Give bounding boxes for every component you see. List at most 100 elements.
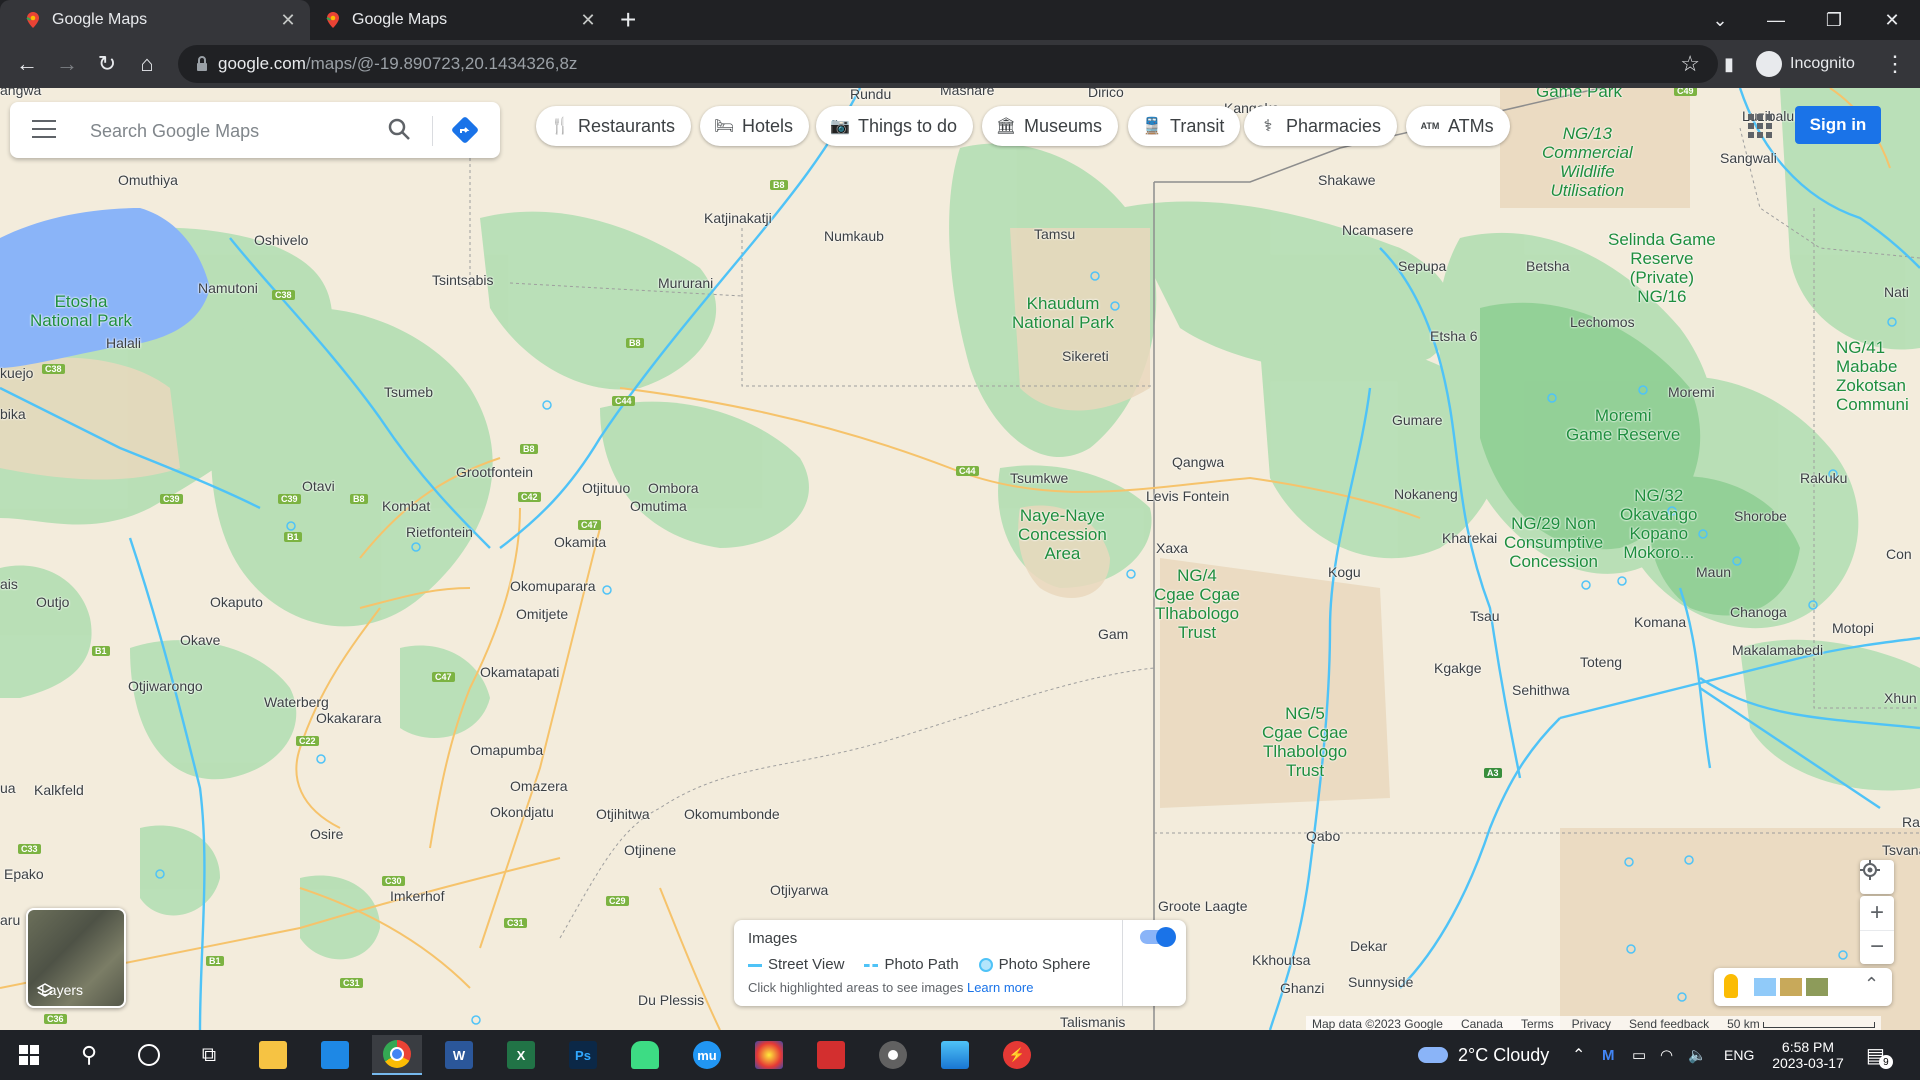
search-taskbar-icon[interactable]: ⚲	[64, 1035, 114, 1075]
images-toggle[interactable]	[1140, 927, 1176, 947]
google-apps-icon[interactable]	[1748, 114, 1772, 138]
my-location-button[interactable]	[1860, 860, 1894, 894]
place-label: Numkaub	[824, 228, 884, 244]
imagery-thumb-2[interactable]	[1780, 978, 1802, 996]
place-label: Kgakge	[1434, 660, 1482, 676]
home-icon[interactable]: ⌂	[132, 49, 162, 79]
address-bar[interactable]: google.com/maps/@-19.890723,20.1434326,8…	[178, 45, 1718, 83]
flash-app-icon[interactable]: ⚡	[992, 1035, 1042, 1075]
chip-transit[interactable]: 🚆 Transit	[1128, 106, 1241, 146]
chip-label: Hotels	[742, 115, 794, 136]
photoshop-icon[interactable]: Ps	[558, 1035, 608, 1075]
place-label: Tsumeb	[384, 384, 434, 400]
cortana-icon[interactable]	[124, 1035, 174, 1075]
place-label: Maun	[1696, 564, 1732, 580]
android-app-icon[interactable]	[620, 1035, 670, 1075]
images-panel-title: Images	[748, 930, 798, 947]
learn-more-link[interactable]: Learn more	[967, 980, 1033, 995]
back-arrow-icon[interactable]: ←	[12, 49, 42, 79]
windows-start-icon[interactable]	[4, 1035, 54, 1075]
zoom-control: + −	[1860, 896, 1894, 964]
map-canvas[interactable]: angwa Rundu Mashare Dirico Kangoko Omuth…	[0, 88, 1920, 1030]
notifications-icon[interactable]: ▤ 9	[1866, 1030, 1893, 1080]
tab-search-icon[interactable]: ⌄	[1692, 0, 1748, 40]
word-icon[interactable]: W	[434, 1035, 484, 1075]
zoom-in-icon[interactable]: +	[1870, 896, 1884, 930]
sign-in-button[interactable]: Sign in	[1795, 106, 1881, 144]
hamburger-menu-icon[interactable]	[32, 120, 56, 144]
chip-museums[interactable]: 🏛 Museums	[982, 106, 1119, 146]
photo-path-line-icon	[864, 963, 879, 967]
browser-tab[interactable]: Google Maps ✕	[310, 0, 610, 40]
close-window-icon[interactable]: ✕	[1864, 0, 1920, 40]
media-app-icon[interactable]	[868, 1035, 918, 1075]
tray-m-icon[interactable]: M	[1602, 1030, 1615, 1080]
restore-icon[interactable]: ❐	[1806, 0, 1862, 40]
forward-arrow-icon[interactable]: →	[52, 49, 82, 79]
place-label: Tsau	[1470, 608, 1500, 624]
place-label: Okomuparara	[510, 578, 596, 594]
reload-icon[interactable]: ↻	[92, 49, 122, 79]
place-label: Levis Fontein	[1146, 488, 1230, 504]
task-view-icon[interactable]: ⧉	[184, 1035, 234, 1075]
side-panel-icon[interactable]: ▮	[1714, 49, 1744, 79]
tab-close-icon[interactable]: ✕	[576, 10, 600, 31]
layers-button[interactable]: Layers	[26, 908, 126, 1008]
language-indicator[interactable]: ENG	[1724, 1030, 1754, 1080]
weather-widget[interactable]: 2°C Cloudy	[1418, 1030, 1549, 1080]
place-label: angwa	[0, 88, 42, 98]
chip-hotels[interactable]: 🛏 Hotels	[700, 106, 810, 146]
file-explorer-icon[interactable]	[248, 1035, 298, 1075]
browser-tab-active[interactable]: Google Maps ✕	[0, 0, 310, 40]
scale-bar[interactable]: 50 km	[1727, 1017, 1876, 1030]
clock[interactable]: 6:58 PM 2023-03-17	[1768, 1030, 1848, 1080]
photos-icon[interactable]	[930, 1035, 980, 1075]
search-input[interactable]	[88, 116, 382, 146]
red-app-icon[interactable]	[806, 1035, 856, 1075]
privacy-link[interactable]: Privacy	[1572, 1017, 1611, 1030]
place-label: Moremi	[1668, 384, 1715, 400]
place-label: Makalamabedi	[1732, 642, 1824, 658]
place-label: Otjiwarongo	[128, 678, 203, 694]
images-panel: Images Street View Photo Path Photo Sphe…	[734, 920, 1186, 1006]
colorful-app-icon[interactable]	[744, 1035, 794, 1075]
send-feedback-link[interactable]: Send feedback	[1629, 1017, 1709, 1030]
volume-icon[interactable]: 🔈	[1688, 1030, 1707, 1080]
layers-label-wrap: Layers	[36, 982, 83, 998]
legend-photo-sphere: Photo Sphere	[978, 956, 1090, 973]
search-icon[interactable]	[386, 116, 412, 142]
tab-close-icon[interactable]: ✕	[276, 10, 300, 31]
imagery-thumb-1[interactable]	[1754, 978, 1776, 996]
layers-icon	[36, 983, 54, 997]
area-label-sikereti: Sikereti	[1062, 348, 1109, 364]
incognito-badge[interactable]: Incognito	[1756, 49, 1855, 79]
chip-atms[interactable]: ATM ATMs	[1406, 106, 1510, 146]
excel-icon[interactable]: X	[496, 1035, 546, 1075]
mu-app-icon[interactable]: mu	[682, 1035, 732, 1075]
place-label: Dirico	[1088, 88, 1124, 100]
pegman-icon[interactable]	[1724, 974, 1738, 998]
place-label: Rietfontein	[406, 524, 473, 540]
wifi-icon[interactable]: ◠	[1660, 1030, 1673, 1080]
store-icon[interactable]	[310, 1035, 360, 1075]
imagery-thumb-3[interactable]	[1806, 978, 1828, 996]
chip-restaurants[interactable]: 🍴 Restaurants	[536, 106, 692, 146]
chip-things-to-do[interactable]: 📷 Things to do	[816, 106, 974, 146]
expand-up-icon[interactable]: ⌃	[1864, 974, 1879, 995]
minimize-icon[interactable]: —	[1748, 0, 1804, 40]
country-link[interactable]: Canada	[1461, 1017, 1503, 1030]
profile-label: Incognito	[1790, 55, 1855, 72]
terms-link[interactable]: Terms	[1521, 1017, 1554, 1030]
place-label: Gam	[1098, 626, 1129, 642]
battery-icon[interactable]: ▭	[1632, 1030, 1646, 1080]
directions-icon[interactable]	[450, 115, 480, 145]
zoom-out-icon[interactable]: −	[1860, 929, 1894, 965]
place-label: Grootfontein	[456, 464, 534, 480]
new-tab-button[interactable]: +	[620, 6, 636, 34]
bookmark-star-icon[interactable]: ☆	[1680, 51, 1700, 77]
show-hidden-icons-icon[interactable]: ⌃	[1572, 1030, 1585, 1080]
chrome-icon[interactable]	[372, 1035, 422, 1075]
chip-pharmacies[interactable]: ⚕ Pharmacies	[1244, 106, 1398, 146]
more-menu-icon[interactable]: ⋮	[1880, 49, 1910, 79]
area-label-game-park: Game Park	[1536, 88, 1622, 101]
